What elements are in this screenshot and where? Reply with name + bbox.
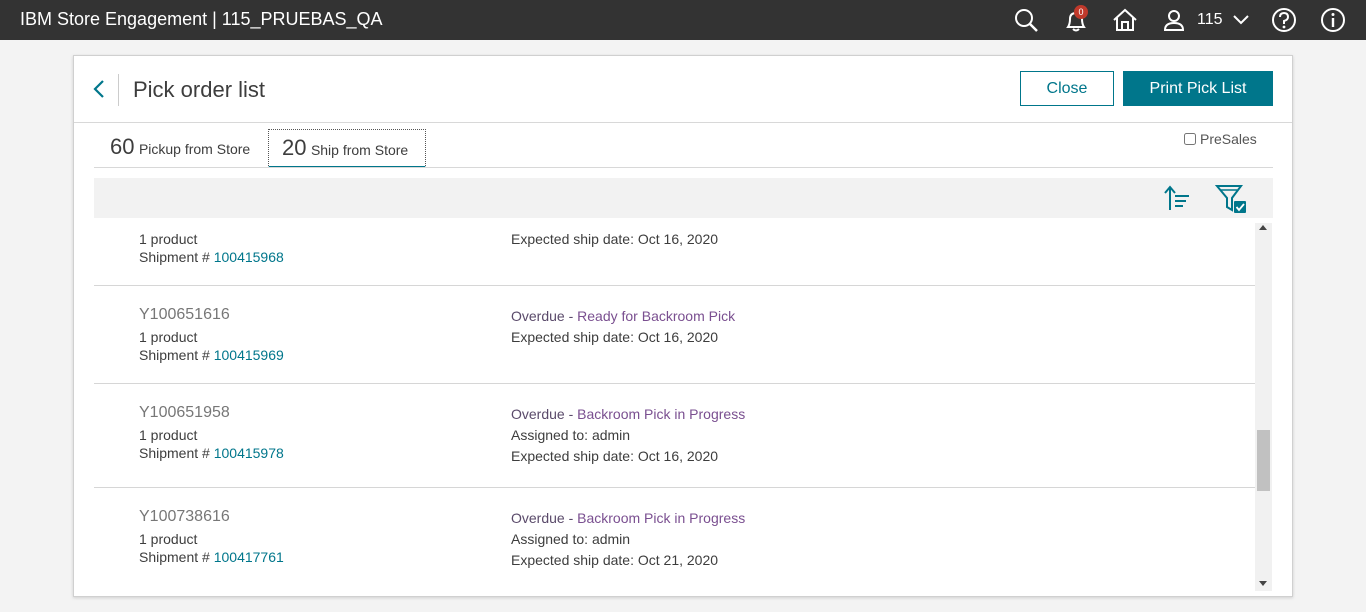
shipment-link[interactable]: 100415968 xyxy=(214,249,284,265)
status-label: Ready for Backroom Pick xyxy=(577,308,736,324)
pick-order-panel: Pick order list Close Print Pick List 60… xyxy=(73,55,1293,597)
shipment-line: Shipment # 100417761 xyxy=(139,549,284,565)
expected-ship-date: Expected ship date: Oct 21, 2020 xyxy=(511,552,719,568)
list-toolbar xyxy=(94,178,1273,218)
search-icon[interactable] xyxy=(1012,6,1040,34)
list-item[interactable]: 1 product Shipment # 100415968 Expected … xyxy=(94,218,1255,286)
expected-ship-date: Expected ship date: Oct 16, 2020 xyxy=(511,448,719,464)
chevron-down-icon[interactable] xyxy=(1227,6,1255,34)
tab-count: 20 xyxy=(282,135,307,160)
tab-label: Pickup from Store xyxy=(138,141,251,157)
overdue-label: Overdue - xyxy=(511,308,578,324)
shipment-line: Shipment # 100415978 xyxy=(139,445,284,461)
overdue-label: Overdue - xyxy=(511,406,578,422)
print-pick-list-button[interactable]: Print Pick List xyxy=(1123,71,1273,106)
page-title: Pick order list xyxy=(133,77,266,102)
shipment-line: Shipment # 100415968 xyxy=(139,249,284,265)
list-item[interactable]: Y100651616 1 product Shipment # 10041596… xyxy=(94,286,1255,384)
shipment-prefix: Shipment # xyxy=(139,445,214,461)
close-button[interactable]: Close xyxy=(1020,71,1114,106)
store-number[interactable]: 115 xyxy=(1197,11,1223,29)
status-label: Backroom Pick in Progress xyxy=(577,510,746,526)
filter-icon[interactable] xyxy=(1214,183,1248,215)
product-count: 1 product xyxy=(139,329,198,345)
top-bar: IBM Store Engagement | 115_PRUEBAS_QA 0 … xyxy=(0,0,1366,40)
product-count: 1 product xyxy=(139,427,198,443)
order-number[interactable]: Y100651958 xyxy=(139,404,230,422)
list-item[interactable]: Y100738616 1 product Shipment # 10041776… xyxy=(94,488,1255,592)
expected-ship-date: Expected ship date: Oct 16, 2020 xyxy=(511,329,719,345)
scroll-up-arrow-icon[interactable] xyxy=(1259,225,1267,230)
tab-label: Ship from Store xyxy=(310,142,409,158)
list-item[interactable]: Y100651958 1 product Shipment # 10041597… xyxy=(94,384,1255,488)
tabs-divider xyxy=(94,167,1273,168)
overdue-label: Overdue - xyxy=(511,510,578,526)
user-icon[interactable] xyxy=(1160,6,1188,34)
tab-ship-from-store[interactable]: 20 Ship from Store xyxy=(268,129,426,168)
sort-icon[interactable] xyxy=(1162,184,1192,212)
shipment-link[interactable]: 100415969 xyxy=(214,347,284,363)
shipment-line: Shipment # 100415969 xyxy=(139,347,284,363)
status-line: Overdue - Ready for Backroom Pick xyxy=(511,308,735,324)
shipment-link[interactable]: 100417761 xyxy=(214,549,284,565)
app-title: IBM Store Engagement | 115_PRUEBAS_QA xyxy=(20,9,383,29)
status-label: Backroom Pick in Progress xyxy=(577,406,746,422)
shipment-link[interactable]: 100415978 xyxy=(214,445,284,461)
info-icon[interactable] xyxy=(1319,6,1347,34)
shipment-prefix: Shipment # xyxy=(139,249,214,265)
list-scrollbar[interactable] xyxy=(1255,223,1272,591)
presales-label: PreSales xyxy=(1200,131,1257,147)
home-icon[interactable] xyxy=(1111,6,1139,34)
presales-checkbox-input[interactable] xyxy=(1184,133,1196,145)
header-divider xyxy=(118,74,119,106)
status-line: Overdue - Backroom Pick in Progress xyxy=(511,510,745,526)
expected-ship-date: Expected ship date: Oct 16, 2020 xyxy=(511,231,719,247)
shipment-prefix: Shipment # xyxy=(139,347,214,363)
product-count: 1 product xyxy=(139,231,198,247)
shipment-prefix: Shipment # xyxy=(139,549,214,565)
status-line: Overdue - Backroom Pick in Progress xyxy=(511,406,745,422)
panel-header: Pick order list Close Print Pick List xyxy=(74,56,1292,123)
assigned-to: Assigned to: admin xyxy=(511,531,631,547)
help-icon[interactable] xyxy=(1270,6,1298,34)
scroll-down-arrow-icon[interactable] xyxy=(1259,581,1267,586)
scroll-thumb[interactable] xyxy=(1257,430,1270,491)
assigned-to: Assigned to: admin xyxy=(511,427,631,443)
order-number[interactable]: Y100651616 xyxy=(139,306,230,324)
back-arrow-icon[interactable] xyxy=(88,76,110,102)
presales-checkbox[interactable]: PreSales xyxy=(1184,131,1257,147)
order-list: 1 product Shipment # 100415968 Expected … xyxy=(94,218,1255,592)
order-number[interactable]: Y100738616 xyxy=(139,508,230,526)
notification-badge: 0 xyxy=(1074,5,1088,19)
tab-count: 60 xyxy=(110,134,135,159)
product-count: 1 product xyxy=(139,531,198,547)
